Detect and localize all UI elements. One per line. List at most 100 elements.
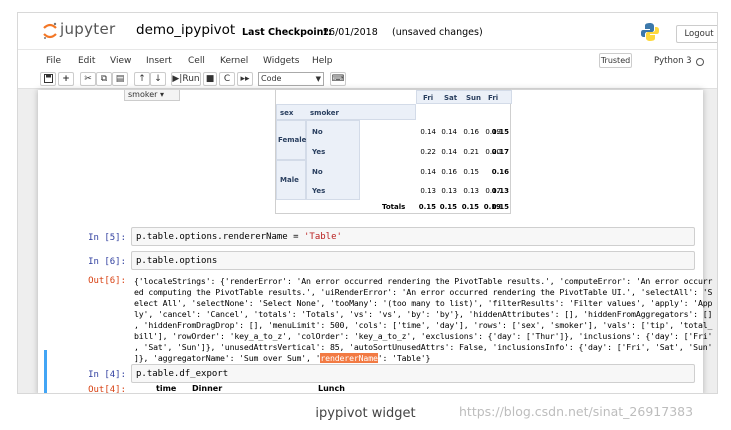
run-icon: ▶| — [172, 74, 183, 84]
keyboard-icon: ⌨ — [331, 74, 345, 84]
paste-icon: ▤ — [115, 74, 125, 84]
kernel-name[interactable]: Python 3 — [654, 56, 692, 66]
notebook-header: jupyter demo_ipypivot Last Checkpoint: 2… — [18, 13, 717, 49]
watermark: https://blog.csdn.net/sinat_26917383 — [459, 404, 694, 419]
screenshot-frame: jupyter demo_ipypivot Last Checkpoint: 2… — [17, 12, 718, 394]
pivot-cell: 0.14 — [420, 128, 436, 136]
pivot-col-total: 0.15 — [439, 203, 457, 211]
kernel-idle-icon — [696, 58, 704, 66]
search-highlight: rendererName — [320, 353, 378, 363]
chevron-down-icon: ▼ — [315, 75, 321, 83]
output-line: elect All', 'selectNone': 'Select None',… — [134, 298, 713, 308]
add-cell-button[interactable]: + — [58, 72, 74, 86]
pivot-row-label: No — [312, 128, 323, 136]
pivot-row-total: 0.13 — [491, 187, 509, 195]
pivot-cell: 0.14 — [420, 168, 436, 176]
menu-cell[interactable]: Cell — [188, 56, 205, 66]
restart-button[interactable]: C — [219, 72, 235, 86]
code-input[interactable]: p.table.options — [131, 251, 695, 270]
checkpoint-date: 26/01/2018 — [323, 27, 378, 38]
pivot-col-header: Fri — [423, 94, 434, 102]
menu-help[interactable]: Help — [312, 56, 333, 66]
move-up-button[interactable]: ↑ — [134, 72, 150, 86]
move-down-button[interactable]: ↓ — [150, 72, 166, 86]
cell-prompt-out: Out[6]: — [88, 276, 126, 286]
output-line: , 'hiddenFromDragDrop': [], 'menuLimit':… — [134, 320, 713, 330]
cell-prompt-in: In [4]: — [88, 370, 126, 380]
df-col-header: Lunch — [318, 384, 345, 393]
menu-kernel[interactable]: Kernel — [220, 56, 248, 66]
checkpoint-status: (unsaved changes) — [392, 27, 483, 38]
pivot-row-label: No — [312, 168, 323, 176]
cell-type-select[interactable]: Code ▼ — [258, 72, 324, 86]
run-button[interactable]: ▶|Run — [171, 72, 201, 86]
pivot-cell: 0.13 — [420, 187, 436, 195]
output-line: , 'Sat', 'Sun']}, 'unusedAttrsVertical':… — [134, 342, 713, 352]
pivot-cell: 0.21 — [463, 148, 479, 156]
trusted-indicator[interactable]: Trusted — [599, 53, 632, 68]
pivot-cell: 0.14 — [441, 148, 457, 156]
pivot-cell: 0.13 — [463, 187, 479, 195]
add-cell-icon: + — [62, 74, 70, 84]
pivot-cell: 0.13 — [441, 187, 457, 195]
output-line: ly', 'cancel': 'Cancel', 'totals': 'Tota… — [134, 309, 713, 319]
pivot-row-total: 0.15 — [491, 128, 509, 136]
pivot-col-header: Sun — [466, 94, 482, 102]
logout-button[interactable]: Logout — [676, 25, 717, 43]
pivot-row-attr-header: sex — [280, 109, 294, 117]
output-line: ]}, 'aggregatorName': 'Sum over Sum', 'r… — [134, 353, 431, 363]
notebook-page: smoker ▾ Fri Sat Sun Fri sex smoker Fema… — [38, 89, 712, 394]
pivot-col-header: Sat — [444, 94, 458, 102]
paste-button[interactable]: ▤ — [112, 72, 128, 86]
save-icon — [43, 74, 53, 83]
pivot-attr-smoker[interactable]: smoker ▾ — [124, 90, 180, 101]
output-line: ed computing the PivotTable results.', '… — [134, 287, 713, 297]
cut-button[interactable]: ✂ — [80, 72, 96, 86]
pivot-totals-label: Totals — [382, 203, 406, 211]
stop-icon: ■ — [205, 74, 215, 84]
cut-icon: ✂ — [84, 74, 92, 84]
output-line: bill'], 'rowOrder': 'key_a_to_z', 'colOr… — [134, 331, 713, 341]
pivot-cell: 0.22 — [420, 148, 436, 156]
restart-run-all-button[interactable]: ▸▸ — [237, 72, 253, 86]
menubar: File Edit View Insert Cell Kernel Widget… — [18, 49, 717, 71]
pivot-row-attr-header-row — [276, 104, 416, 120]
pivot-cell: 0.15 — [463, 168, 479, 176]
menu-file[interactable]: File — [46, 56, 61, 66]
stop-button[interactable]: ■ — [203, 72, 217, 86]
pivot-table: Fri Sat Sun Fri sex smoker Female Male N… — [275, 89, 512, 214]
pivot-cell: 0.16 — [463, 128, 479, 136]
jupyter-logo-icon — [43, 22, 57, 39]
df-col-header: time — [156, 384, 177, 393]
pivot-col-total: 0.15 — [461, 203, 479, 211]
cell-prompt-out: Out[4]: — [88, 385, 126, 394]
cell-prompt-in: In [5]: — [88, 233, 126, 243]
move-down-icon: ↓ — [154, 74, 162, 84]
pivot-cell: 0.14 — [441, 128, 457, 136]
copy-icon: ⧉ — [100, 74, 108, 84]
save-button[interactable] — [40, 72, 56, 86]
restart-icon: C — [223, 74, 231, 84]
code-input[interactable]: p.table.options.rendererName = 'Table' — [131, 227, 695, 246]
menu-widgets[interactable]: Widgets — [263, 56, 299, 66]
fast-forward-icon: ▸▸ — [240, 74, 250, 84]
jupyter-logo-text[interactable]: jupyter — [60, 20, 115, 38]
command-palette-button[interactable]: ⌨ — [330, 72, 346, 86]
copy-button[interactable]: ⧉ — [96, 72, 112, 86]
pivot-row-label: Yes — [312, 187, 326, 195]
df-col-header: Dinner — [192, 384, 223, 393]
pivot-grand-total: 0.15 — [491, 203, 509, 211]
notebook-name[interactable]: demo_ipypivot — [136, 22, 235, 38]
chevron-down-icon: ▾ — [159, 90, 164, 99]
notebook-toolbar: + ✂ ⧉ ▤ ↑ ↓ ▶|Run ■ C ▸▸ Code ▼ ⌨ — [18, 71, 717, 89]
pivot-row-label: Female — [278, 136, 307, 144]
checkpoint-label: Last Checkpoint: — [242, 27, 332, 38]
code-input[interactable]: p.table.df_export — [131, 364, 695, 383]
cell-prompt-in: In [6]: — [88, 257, 126, 267]
menu-insert[interactable]: Insert — [146, 56, 172, 66]
menu-edit[interactable]: Edit — [78, 56, 95, 66]
pivot-row-total: 0.17 — [491, 148, 509, 156]
selected-cell-indicator — [44, 350, 47, 393]
menu-view[interactable]: View — [110, 56, 131, 66]
pivot-row-label: Yes — [312, 148, 326, 156]
